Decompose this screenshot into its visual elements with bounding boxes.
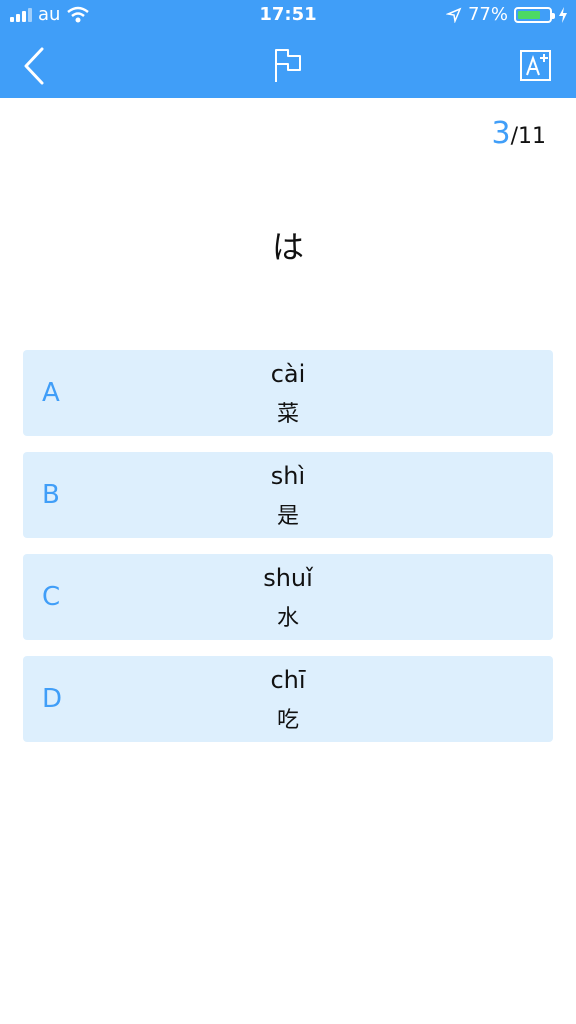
option-pinyin: chī <box>270 666 306 694</box>
question-counter: 3/11 <box>492 116 547 151</box>
option-pinyin: shuǐ <box>263 564 313 592</box>
nav-bar <box>0 32 576 98</box>
battery-percent: 77% <box>467 4 508 25</box>
option-c[interactable]: C shuǐ 水 <box>23 554 553 640</box>
font-size-icon[interactable] <box>520 48 552 82</box>
option-hanzi: 是 <box>276 504 299 529</box>
option-b[interactable]: B shì 是 <box>23 452 553 538</box>
option-hanzi: 吃 <box>276 708 299 733</box>
battery-icon <box>514 6 555 23</box>
option-hanzi: 水 <box>276 606 299 631</box>
option-a[interactable]: A cài 菜 <box>23 350 553 436</box>
battery-fill <box>518 10 541 19</box>
option-pinyin: shì <box>270 462 306 490</box>
status-right-group: 77% <box>445 4 568 25</box>
header-bar: au 17:51 77% <box>0 0 576 98</box>
charging-bolt-icon <box>559 6 567 23</box>
question-kana: は <box>271 228 304 266</box>
location-arrow-icon <box>445 7 462 23</box>
back-chevron-icon[interactable] <box>20 46 50 86</box>
flag-icon[interactable] <box>270 46 306 86</box>
option-pinyin: cài <box>270 360 306 388</box>
current-question-number: 3 <box>491 116 511 151</box>
total-questions: /11 <box>510 124 546 149</box>
status-bar: au 17:51 77% <box>0 0 576 32</box>
option-d[interactable]: D chī 吃 <box>23 656 553 742</box>
answer-options: A cài 菜 B shì 是 C shuǐ 水 D chī 吃 <box>23 350 553 758</box>
option-hanzi: 菜 <box>276 402 299 427</box>
